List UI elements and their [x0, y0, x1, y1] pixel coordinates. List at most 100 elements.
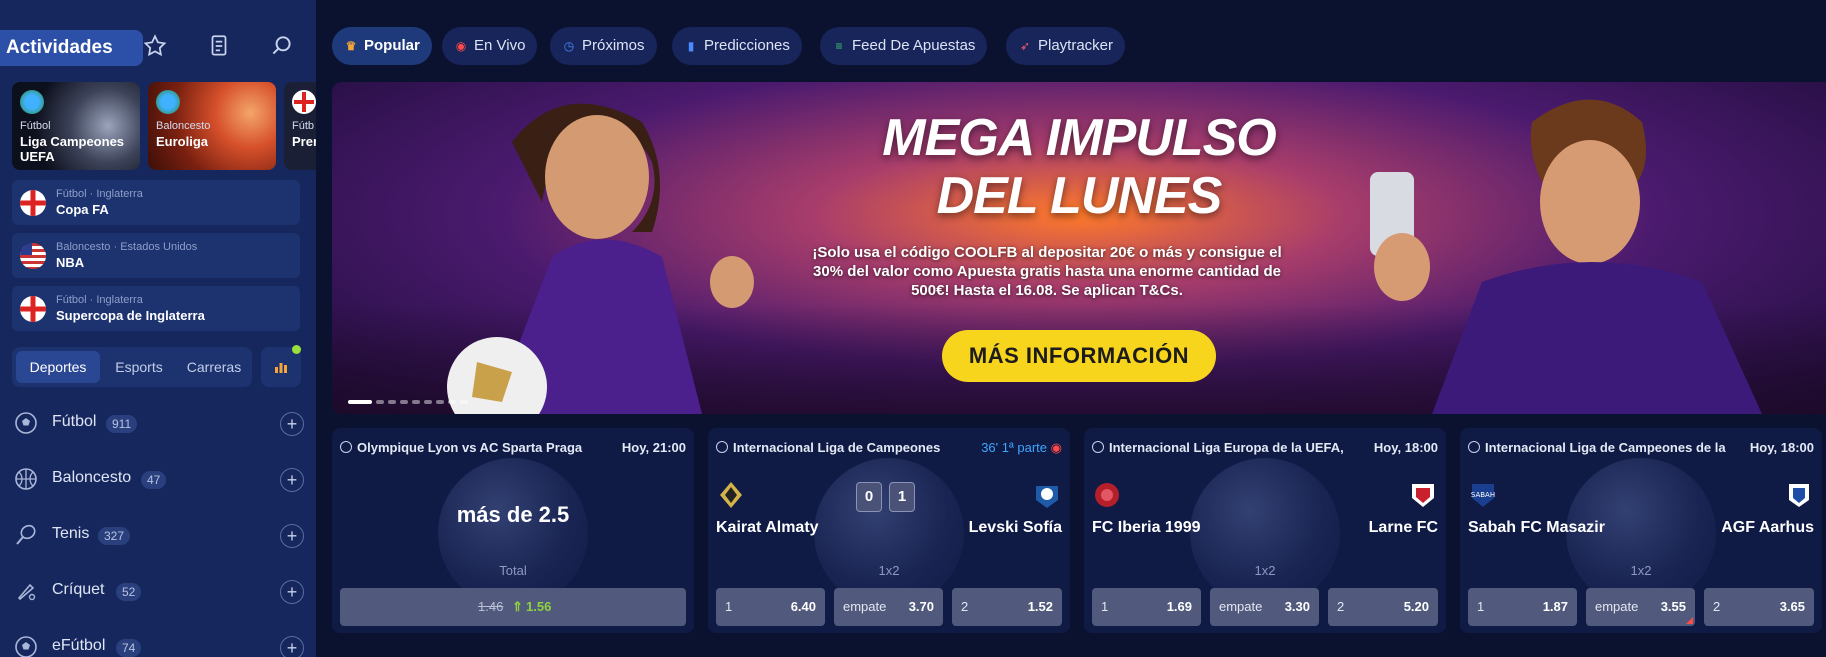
predictions-chart-icon: ▮ — [687, 39, 695, 53]
match-card[interactable]: Internacional Liga de Campeones de la Ho… — [1460, 428, 1822, 633]
notification-dot — [292, 345, 301, 354]
carousel-dot[interactable] — [436, 400, 444, 404]
carousel-dot[interactable] — [424, 400, 432, 404]
expand-plus-icon[interactable]: + — [280, 468, 304, 492]
nav-label: En Vivo — [474, 37, 526, 54]
england-flag-icon — [20, 296, 46, 322]
match-header: Olympique Lyon vs AC Sparta Praga — [340, 440, 610, 455]
banner-headline-line2: DEL LUNES — [936, 167, 1223, 225]
sport-count: 327 — [98, 527, 131, 545]
away-team: AGF Aarhus — [1721, 519, 1814, 536]
odds-button-2[interactable]: 2 3.65 — [1704, 588, 1814, 626]
sport-row-futbol[interactable]: Fútbol 911 + — [12, 403, 304, 443]
star-icon[interactable] — [137, 28, 173, 64]
odds-button[interactable]: 1.46 ⇑ 1.56 — [340, 588, 686, 626]
carousel-dot[interactable] — [400, 400, 408, 404]
score-away: 1 — [889, 482, 915, 512]
odds-key: empate — [1595, 599, 1639, 614]
sport-count: 74 — [116, 639, 142, 657]
odds-button-1[interactable]: 1 1.69 — [1092, 588, 1201, 626]
live-signal-icon: ◉ — [455, 39, 467, 53]
odds-button-empate[interactable]: empate 3.30 — [1210, 588, 1319, 626]
tab-deportes[interactable]: Deportes — [16, 351, 100, 383]
odds-button-empate[interactable]: empate 3.55 — [1586, 588, 1695, 626]
match-card[interactable]: Olympique Lyon vs AC Sparta Praga Hoy, 2… — [332, 428, 694, 633]
nav-label: Próximos — [582, 37, 645, 54]
nav-popular[interactable]: ♛ Popular — [332, 27, 432, 65]
card-liga-campeones[interactable]: Fútbol Liga Campeones UEFA — [12, 82, 140, 170]
odds-up-icon: ⇑ — [512, 599, 523, 614]
clock-icon: ◷ — [563, 39, 575, 53]
globe-icon — [1092, 441, 1104, 453]
expand-plus-icon[interactable]: + — [280, 580, 304, 604]
nav-playtracker[interactable]: ➶ Playtracker — [1006, 27, 1126, 65]
odds-button-2[interactable]: 2 1.52 — [952, 588, 1062, 626]
sidebar-top-bar: Actividades — [0, 24, 316, 68]
carousel-dot[interactable] — [348, 400, 372, 404]
match-card[interactable]: Internacional Liga de Campeones 36' 1ª p… — [708, 428, 1070, 633]
card-euroliga[interactable]: Baloncesto Euroliga — [148, 82, 276, 170]
odds-button-2[interactable]: 2 5.20 — [1328, 588, 1438, 626]
carousel-dot[interactable] — [460, 400, 468, 404]
sport-row-efutbol[interactable]: eFútbol 74 + — [12, 627, 304, 657]
expand-plus-icon[interactable]: + — [280, 636, 304, 657]
nav-proximos[interactable]: ◷ Próximos — [550, 27, 657, 65]
mas-informacion-button[interactable]: MÁS INFORMACIÓN — [942, 330, 1216, 382]
match-time: Hoy, 18:00 — [1373, 440, 1438, 455]
bet-pick: más de 2.5 — [456, 502, 570, 527]
match-header: Internacional Liga Europa de la UEFA, — [1092, 440, 1354, 455]
carousel-dot[interactable] — [388, 400, 396, 404]
sport-row-baloncesto[interactable]: Baloncesto 47 + — [12, 459, 304, 499]
live-signal-icon: ◉ — [1050, 440, 1062, 455]
odds-button-1[interactable]: 1 6.40 — [716, 588, 825, 626]
expand-plus-icon[interactable]: + — [280, 524, 304, 548]
actividades-button[interactable]: Actividades — [0, 30, 143, 66]
match-header: Internacional Liga de Campeones — [716, 440, 956, 455]
sport-category-tabs: Deportes Esports Carreras — [12, 347, 252, 387]
favorite-title: Copa FA — [56, 202, 109, 217]
nav-predicciones[interactable]: ▮ Predicciones — [672, 27, 802, 65]
card-name: Liga Campeones UEFA — [20, 134, 125, 164]
nav-feed-apuestas[interactable]: ≡ Feed De Apuestas — [820, 27, 988, 65]
kairat-logo — [720, 482, 742, 508]
carousel-dot[interactable] — [448, 400, 456, 404]
odds-key: 1 — [1477, 599, 1485, 614]
match-title: Internacional Liga de Campeones — [733, 440, 941, 455]
betslip-icon[interactable] — [201, 28, 237, 64]
favorite-nba[interactable]: Baloncesto · Estados Unidos NBA — [12, 233, 300, 278]
tab-esports[interactable]: Esports — [102, 351, 176, 383]
match-card[interactable]: Internacional Liga Europa de la UEFA, Ho… — [1084, 428, 1446, 633]
globe-icon — [156, 90, 180, 114]
home-team: Sabah FC Masazir — [1468, 519, 1605, 536]
agf-logo — [1789, 484, 1809, 507]
favorite-copa-fa[interactable]: Fútbol · Inglaterra Copa FA — [12, 180, 300, 225]
sport-row-tenis[interactable]: Tenis 327 + — [12, 515, 304, 555]
odds-button-1[interactable]: 1 1.87 — [1468, 588, 1577, 626]
odds-value: 5.20 — [1403, 599, 1429, 614]
sport-row-criquet[interactable]: Críquet 52 + — [12, 571, 304, 611]
market-label: 1x2 — [1630, 563, 1652, 578]
match-time: Hoy, 21:00 — [621, 440, 686, 455]
sport-label: eFútbol — [52, 637, 106, 654]
promo-banner[interactable]: MEGA IMPULSO DEL LUNES ¡Solo usa el códi… — [332, 82, 1826, 414]
basketball-icon — [15, 468, 37, 490]
levski-logo — [1036, 486, 1058, 508]
soccer-ball-icon — [15, 412, 37, 434]
odds-key: 2 — [961, 599, 969, 614]
favorite-subtitle: Fútbol · Inglaterra — [56, 188, 143, 200]
away-team: Levski Sofía — [968, 519, 1062, 536]
odds-button-empate[interactable]: empate 3.70 — [834, 588, 943, 626]
sport-label: Críquet — [52, 581, 105, 598]
carousel-dot[interactable] — [376, 400, 384, 404]
card-premier[interactable]: Fútb Prem — [284, 82, 316, 170]
search-icon[interactable] — [264, 28, 300, 64]
carousel-dot[interactable] — [412, 400, 420, 404]
favorite-supercopa[interactable]: Fútbol · Inglaterra Supercopa de Inglate… — [12, 286, 300, 331]
odds-value: 3.65 — [1779, 599, 1805, 614]
sport-count: 52 — [116, 583, 142, 601]
expand-plus-icon[interactable]: + — [280, 412, 304, 436]
nav-en-vivo[interactable]: ◉ En Vivo — [442, 27, 538, 65]
tab-carreras[interactable]: Carreras — [178, 351, 250, 383]
nav-label: Predicciones — [704, 37, 790, 54]
sport-count: 911 — [106, 415, 138, 433]
